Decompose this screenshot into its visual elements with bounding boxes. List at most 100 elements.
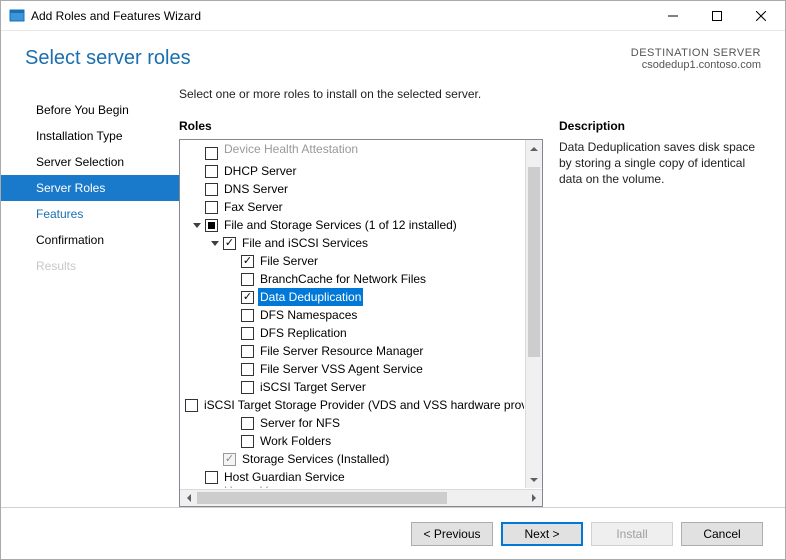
role-checkbox[interactable] <box>205 165 218 178</box>
footer: < Previous Next > Install Cancel <box>1 507 785 559</box>
role-label[interactable]: File and Storage Services (1 of 12 insta… <box>222 216 459 234</box>
role-checkbox[interactable] <box>185 399 198 412</box>
role-row[interactable]: DHCP Server <box>183 162 521 180</box>
vscroll-thumb[interactable] <box>528 167 540 357</box>
hscroll-thumb[interactable] <box>197 492 447 504</box>
minimize-button[interactable] <box>651 2 695 30</box>
role-label[interactable]: Fax Server <box>222 198 285 216</box>
nav-item-installation-type[interactable]: Installation Type <box>1 123 179 149</box>
role-row[interactable]: Fax Server <box>183 198 521 216</box>
nav-item-server-selection[interactable]: Server Selection <box>1 149 179 175</box>
role-row[interactable]: Server for NFS <box>183 414 521 432</box>
wizard-nav: Before You BeginInstallation TypeServer … <box>1 87 179 507</box>
role-checkbox[interactable] <box>223 237 236 250</box>
role-checkbox[interactable] <box>241 417 254 430</box>
app-icon <box>9 8 25 24</box>
role-checkbox[interactable] <box>205 183 218 196</box>
role-label[interactable]: DHCP Server <box>222 162 298 180</box>
role-row[interactable]: BranchCache for Network Files <box>183 270 521 288</box>
role-label[interactable]: Work Folders <box>258 432 333 450</box>
previous-button[interactable]: < Previous <box>411 522 493 546</box>
role-row[interactable]: Storage Services (Installed) <box>183 450 521 468</box>
destination-label: DESTINATION SERVER <box>631 47 761 59</box>
expander-spacer <box>191 201 203 213</box>
expander-icon[interactable] <box>191 219 203 231</box>
close-button[interactable] <box>739 2 783 30</box>
expander-spacer <box>227 309 239 321</box>
role-checkbox[interactable] <box>241 327 254 340</box>
scroll-down-icon[interactable] <box>526 471 542 488</box>
expander-spacer <box>227 273 239 285</box>
role-label[interactable]: File Server VSS Agent Service <box>258 360 425 378</box>
nav-item-server-roles[interactable]: Server Roles <box>1 175 179 201</box>
role-row[interactable]: File Server <box>183 252 521 270</box>
nav-item-features[interactable]: Features <box>1 201 179 227</box>
scroll-up-icon[interactable] <box>526 140 542 157</box>
wizard-window: Add Roles and Features Wizard Select ser… <box>0 0 786 560</box>
role-label[interactable]: DNS Server <box>222 180 290 198</box>
role-checkbox[interactable] <box>241 381 254 394</box>
roles-tree-scroll: Device Health AttestationDHCP ServerDNS … <box>180 140 524 488</box>
role-checkbox[interactable] <box>205 147 218 160</box>
vertical-scrollbar[interactable] <box>525 140 542 488</box>
role-label[interactable]: BranchCache for Network Files <box>258 270 428 288</box>
role-checkbox[interactable] <box>241 255 254 268</box>
role-checkbox[interactable] <box>241 345 254 358</box>
header: Select server roles DESTINATION SERVER c… <box>1 31 785 81</box>
role-row[interactable]: DNS Server <box>183 180 521 198</box>
scroll-right-icon[interactable] <box>525 490 542 506</box>
role-checkbox[interactable] <box>205 471 218 484</box>
role-label[interactable]: iSCSI Target Storage Provider (VDS and V… <box>202 396 524 414</box>
role-label[interactable]: iSCSI Target Server <box>258 378 368 396</box>
scroll-left-icon[interactable] <box>180 490 197 506</box>
role-row[interactable]: File Server VSS Agent Service <box>183 360 521 378</box>
role-checkbox[interactable] <box>241 291 254 304</box>
role-label[interactable]: Storage Services (Installed) <box>240 450 391 468</box>
roles-tree-box: Device Health AttestationDHCP ServerDNS … <box>179 139 543 507</box>
expander-spacer <box>227 255 239 267</box>
role-label[interactable]: Device Health Attestation <box>222 140 360 158</box>
role-row[interactable]: Work Folders <box>183 432 521 450</box>
expander-spacer <box>227 381 239 393</box>
role-row[interactable]: DFS Replication <box>183 324 521 342</box>
role-row[interactable]: Data Deduplication <box>183 288 521 306</box>
horizontal-scrollbar[interactable] <box>180 489 542 506</box>
role-checkbox[interactable] <box>205 201 218 214</box>
role-row[interactable]: iSCSI Target Server <box>183 378 521 396</box>
maximize-button[interactable] <box>695 2 739 30</box>
install-button: Install <box>591 522 673 546</box>
role-row[interactable]: File Server Resource Manager <box>183 342 521 360</box>
expander-icon[interactable] <box>209 237 221 249</box>
role-row[interactable]: File and iSCSI Services <box>183 234 521 252</box>
role-label[interactable]: Hyper-V <box>222 482 270 488</box>
role-row[interactable]: DFS Namespaces <box>183 306 521 324</box>
window-title: Add Roles and Features Wizard <box>31 9 651 23</box>
role-label[interactable]: DFS Namespaces <box>258 306 359 324</box>
role-label[interactable]: DFS Replication <box>258 324 349 342</box>
role-label[interactable]: File Server <box>258 252 320 270</box>
role-row[interactable]: Hyper-V <box>183 486 521 488</box>
nav-item-before-you-begin[interactable]: Before You Begin <box>1 97 179 123</box>
destination-info: DESTINATION SERVER csodedup1.contoso.com <box>631 47 761 71</box>
roles-tree[interactable]: Device Health AttestationDHCP ServerDNS … <box>183 144 521 488</box>
role-checkbox[interactable] <box>241 309 254 322</box>
role-label[interactable]: Data Deduplication <box>258 288 363 306</box>
role-label[interactable]: File and iSCSI Services <box>240 234 370 252</box>
role-checkbox[interactable] <box>241 435 254 448</box>
role-checkbox[interactable] <box>241 273 254 286</box>
next-button[interactable]: Next > <box>501 522 583 546</box>
role-row[interactable]: Device Health Attestation <box>183 144 521 162</box>
nav-item-confirmation[interactable]: Confirmation <box>1 227 179 253</box>
role-label[interactable]: File Server Resource Manager <box>258 342 425 360</box>
role-checkbox[interactable] <box>241 363 254 376</box>
role-row[interactable]: File and Storage Services (1 of 12 insta… <box>183 216 521 234</box>
cancel-button[interactable]: Cancel <box>681 522 763 546</box>
role-checkbox[interactable] <box>205 219 218 232</box>
instruction-text: Select one or more roles to install on t… <box>179 87 761 101</box>
hscroll-track[interactable] <box>197 490 525 506</box>
role-label[interactable]: Server for NFS <box>258 414 342 432</box>
vscroll-track[interactable] <box>526 157 542 471</box>
window-controls <box>651 2 783 30</box>
roles-label: Roles <box>179 119 543 133</box>
role-row[interactable]: iSCSI Target Storage Provider (VDS and V… <box>183 396 521 414</box>
